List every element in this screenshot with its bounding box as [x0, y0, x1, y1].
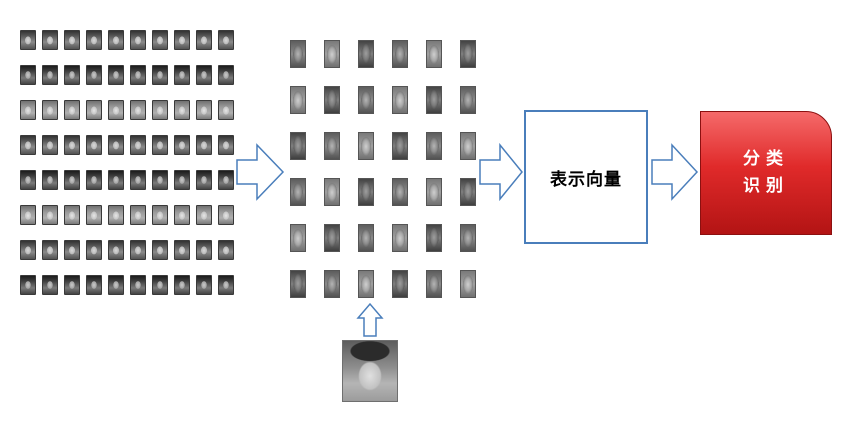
arrow-right-3 — [651, 143, 699, 201]
query-face-photo — [342, 340, 398, 402]
arrow-right-2 — [479, 142, 523, 202]
arrow-right-1 — [236, 143, 285, 201]
classification-box: 分类 识别 — [700, 111, 832, 235]
representation-vector-box: 表示向量 — [524, 110, 648, 244]
classification-label-line1: 分类 — [743, 148, 789, 169]
arrow-up — [356, 302, 384, 337]
representation-vector-label: 表示向量 — [550, 169, 622, 190]
classification-label-line2: 识别 — [743, 176, 789, 196]
